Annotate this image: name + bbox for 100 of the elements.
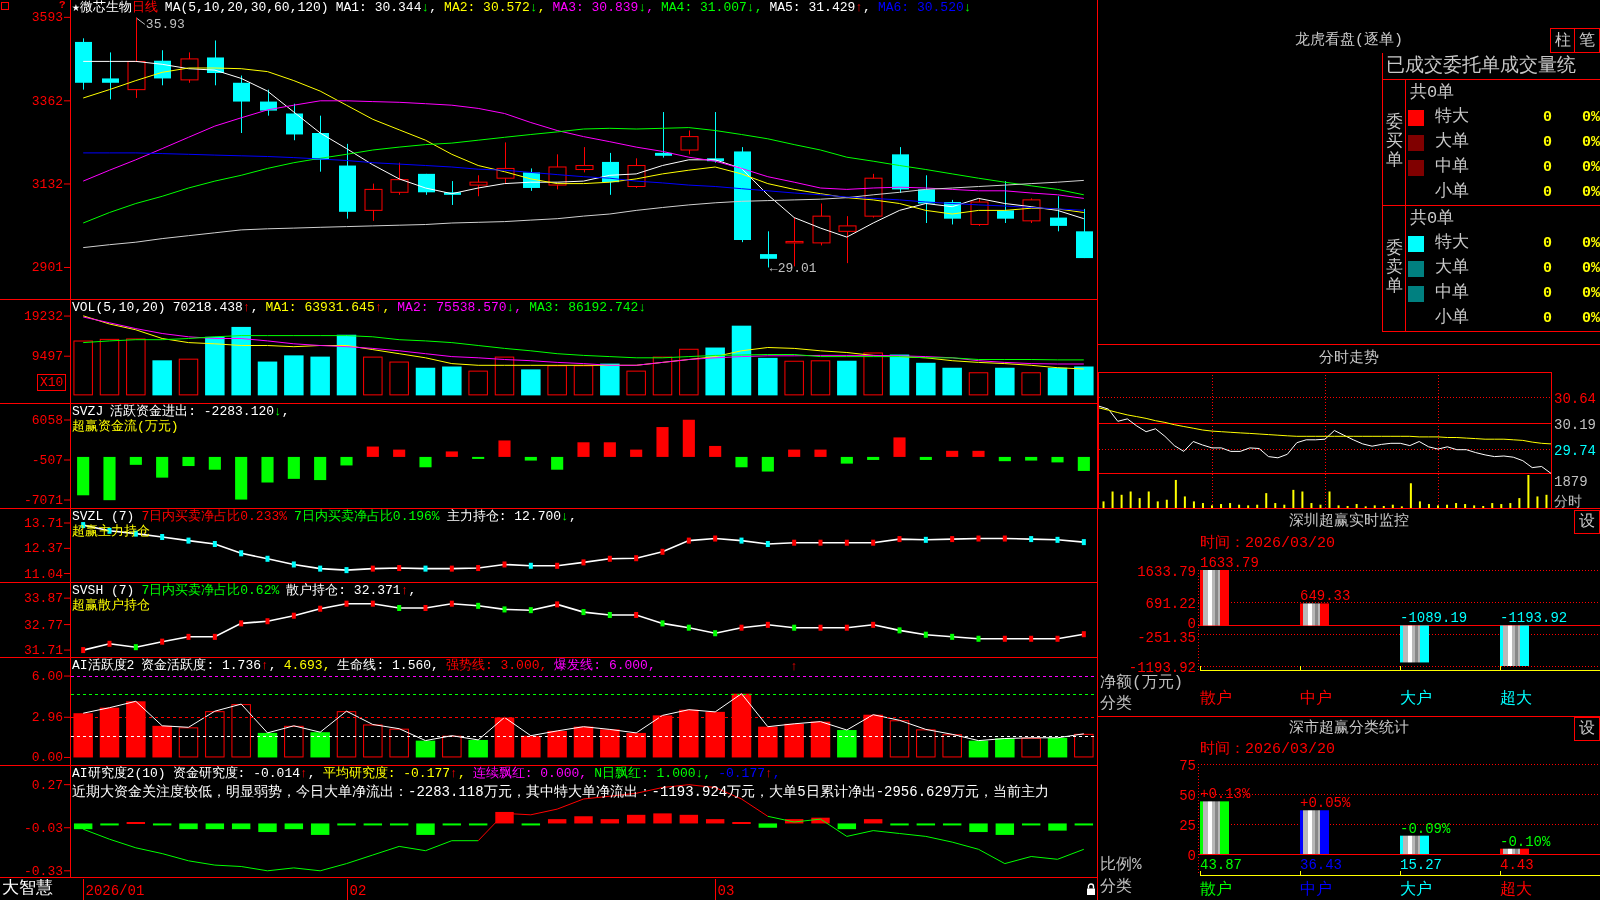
indicator-value: 70218.438 — [172, 300, 243, 315]
point — [212, 541, 217, 548]
research-bar — [442, 823, 462, 826]
point — [81, 647, 86, 654]
point — [476, 602, 481, 609]
share-value: 0% — [1581, 133, 1600, 152]
rising-candle — [364, 183, 383, 222]
toggle-button[interactable]: 笔 — [1575, 28, 1600, 53]
separator-text: , — [457, 766, 466, 781]
share-value: 0% — [1581, 284, 1600, 303]
point — [423, 565, 428, 572]
point — [950, 633, 955, 640]
separator-text: , — [514, 300, 523, 315]
value-label: 649.33 — [1300, 588, 1351, 605]
flow-bar — [735, 456, 748, 468]
falling-candle — [997, 180, 1014, 224]
max-volume-label: 1879 — [1554, 474, 1588, 490]
settings-button[interactable]: 设 — [1574, 717, 1600, 741]
flow-bar — [366, 446, 379, 457]
trend-arrow: ↓ — [638, 300, 647, 315]
research-bar — [626, 814, 646, 824]
flow-bar — [340, 456, 353, 466]
help-mark[interactable]: ? — [59, 0, 66, 11]
separator-text: , — [268, 658, 277, 673]
flow-bar — [129, 456, 142, 465]
indicator-title: SVZJ — [72, 404, 104, 419]
change-label: -0.09% — [1400, 820, 1451, 837]
research-bar — [995, 823, 1015, 835]
indicator-title: SVSH (7) — [72, 583, 135, 598]
falling-candle — [892, 146, 909, 194]
flow-bar — [103, 456, 116, 501]
falling-candle — [260, 89, 277, 117]
flow-bar — [1077, 456, 1090, 471]
flow-bar — [261, 456, 274, 483]
point — [792, 539, 797, 546]
time-label: 时间：2026/03/20 — [1200, 535, 1336, 553]
axis-label: 33.87 — [24, 591, 63, 607]
indicator-value: 7日内买卖净占比0.233% — [141, 509, 288, 524]
trend-arrow: ↑ — [261, 658, 269, 673]
point — [871, 621, 876, 628]
separator-text: , — [646, 0, 654, 15]
falling-candle — [444, 180, 461, 206]
indicator-value: 资金活跃度: 1.736 — [141, 658, 261, 673]
falling-candle — [207, 40, 224, 86]
panel-title: 深市超赢分类统计 — [1289, 719, 1409, 739]
indicator-note: 超赢资金流(万元) — [72, 419, 179, 434]
flow-bar — [1051, 456, 1064, 463]
point — [871, 539, 876, 546]
point — [449, 565, 454, 572]
indicator-title: ★微芯生物 — [72, 0, 132, 15]
point — [739, 537, 744, 544]
trend-arrow: ↑ — [450, 766, 458, 781]
toggle-button[interactable]: 柱 — [1550, 28, 1575, 53]
point — [607, 611, 612, 618]
rising-candle — [812, 203, 831, 246]
panel-title: 龙虎看盘(逐单) — [1295, 30, 1403, 51]
flow-bar — [472, 456, 485, 459]
row-label: 特大 — [1435, 107, 1470, 128]
point — [844, 624, 849, 631]
panel-title: 分时走势 — [1318, 348, 1380, 369]
axis-label: 11.04 — [24, 566, 63, 582]
separator-text: , — [281, 404, 290, 419]
value-label: 4.43 — [1500, 857, 1534, 873]
flow-bar — [551, 456, 564, 470]
research-bar — [837, 823, 857, 830]
point — [765, 541, 770, 548]
flow-bar — [998, 456, 1011, 462]
category-label: 中户 — [1300, 881, 1332, 899]
indicator-value: 7日内买卖净占比0.62% — [141, 583, 280, 598]
point — [370, 565, 375, 572]
research-bar — [100, 823, 119, 826]
count-value: 0 — [1542, 108, 1552, 127]
count-value: 0 — [1542, 309, 1552, 328]
research-bar — [310, 823, 330, 835]
point — [581, 559, 586, 566]
research-bar — [1048, 823, 1067, 831]
separator-text: , — [863, 0, 871, 15]
count-value: 0 — [1542, 133, 1552, 152]
share-value: 0% — [1581, 309, 1600, 328]
flow-bar — [761, 456, 774, 472]
point — [976, 635, 981, 642]
value-label: 1633.79 — [1200, 555, 1259, 571]
separator-text: , — [754, 0, 763, 15]
axis-label: 2.96 — [31, 710, 63, 726]
value-label: 36.43 — [1300, 857, 1342, 873]
flow-bar — [919, 456, 932, 460]
trend-arrow: ↓ — [421, 0, 430, 15]
axis-label: 6.00 — [31, 669, 63, 685]
point — [528, 562, 533, 569]
rising-candle — [680, 130, 699, 155]
trend-arrow: ↓ — [529, 0, 538, 15]
category-label: 超大 — [1500, 881, 1532, 899]
axis-label: 1633.79 — [1137, 563, 1196, 580]
axis-label: 75 — [1179, 758, 1196, 774]
rising-candle — [864, 173, 883, 219]
point — [291, 561, 296, 568]
trend-arrow: ↓ — [746, 0, 755, 15]
settings-button[interactable]: 设 — [1574, 510, 1600, 534]
point — [186, 633, 191, 640]
rising-candle — [1022, 197, 1041, 224]
